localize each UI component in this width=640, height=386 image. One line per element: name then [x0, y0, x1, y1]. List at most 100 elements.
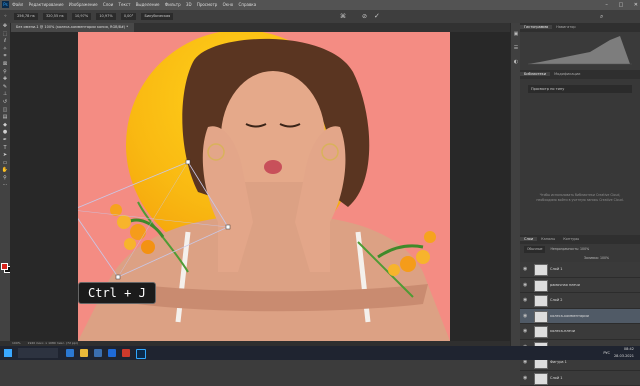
height-field[interactable]: 10,97%	[96, 13, 115, 20]
system-clock[interactable]: 08:42 28.03.2021	[614, 346, 634, 360]
edge-icon[interactable]	[66, 349, 74, 357]
tab-layers[interactable]: Слои	[520, 237, 537, 241]
tab-paths[interactable]: Контуры	[559, 237, 583, 241]
stamp-tool-icon[interactable]: ⊥	[0, 91, 10, 99]
transform-icon[interactable]: ⊹	[4, 14, 7, 18]
x-field[interactable]: 256,78 пк	[14, 13, 38, 20]
menu-view[interactable]: Просмотр	[197, 2, 218, 7]
angle-field[interactable]: 0,00°	[121, 13, 137, 20]
layer-row-selected[interactable]: ◉ колеса-комментарии	[520, 309, 640, 325]
healing-brush-icon[interactable]: ✚	[0, 76, 10, 84]
menu-window[interactable]: Окно	[223, 2, 234, 7]
minimize-icon[interactable]: –	[605, 2, 608, 8]
y-field[interactable]: 320,55 пк	[43, 13, 67, 20]
chrome-icon[interactable]	[108, 349, 116, 357]
visibility-eye-icon[interactable]: ◉	[523, 324, 531, 339]
layer-row[interactable]: ◉ рамочная плечи	[520, 278, 640, 294]
move-tool-icon[interactable]: ✥	[0, 23, 10, 31]
width-field[interactable]: 10,97%	[72, 13, 91, 20]
menu-3d[interactable]: 3D	[186, 2, 192, 7]
menu-type[interactable]: Текст	[119, 2, 131, 7]
close-icon[interactable]: ✕	[634, 2, 638, 8]
pen-tool-icon[interactable]: ✒	[0, 137, 10, 145]
layer-thumbnail	[534, 295, 548, 307]
layer-row[interactable]: ◉ Слой 1	[520, 371, 640, 386]
layer-row[interactable]: ◉ Слой 2	[520, 293, 640, 309]
dodge-tool-icon[interactable]: ●	[0, 129, 10, 137]
tab-channels[interactable]: Каналы	[537, 237, 559, 241]
photoshop-taskbar-icon[interactable]	[136, 349, 146, 359]
cancel-transform-icon[interactable]: ⊘	[362, 10, 367, 23]
menu-help[interactable]: Справка	[239, 2, 257, 7]
menu-select[interactable]: Выделение	[136, 2, 160, 7]
menu-layers[interactable]: Слои	[103, 2, 113, 7]
fill-field[interactable]: Заливка: 100%	[584, 256, 609, 260]
app-icon[interactable]	[122, 349, 130, 357]
opacity-field[interactable]: Непрозрачность: 100%	[550, 247, 589, 251]
keyboard-shortcut-overlay: Ctrl + J	[78, 282, 156, 304]
eraser-tool-icon[interactable]: ◫	[0, 107, 10, 115]
commit-transform-icon[interactable]: ✓	[374, 10, 380, 23]
visibility-eye-icon[interactable]: ◉	[523, 262, 531, 277]
histogram-tabs: ГистограммаНавигатор	[520, 23, 640, 32]
menu-file[interactable]: Файл	[12, 2, 23, 7]
document-size: 1920 пикс. x 1080 пикс. (72 ppi)	[28, 341, 78, 345]
visibility-eye-icon[interactable]: ◉	[523, 278, 531, 293]
warp-icon[interactable]: ⌘	[340, 10, 346, 23]
interpolation-select[interactable]: Бикубическая	[141, 13, 173, 20]
type-tool-icon[interactable]: T	[0, 145, 10, 153]
layer-thumbnail	[534, 326, 548, 338]
lasso-tool-icon[interactable]: ℓ	[0, 38, 10, 46]
foreground-color-swatch[interactable]	[1, 263, 8, 270]
crop-tool-icon[interactable]: ⌗	[0, 53, 10, 61]
windows-start-icon[interactable]	[4, 349, 12, 357]
library-view-select[interactable]: Просмотр по типу	[528, 85, 632, 93]
zoom-tool-icon[interactable]: ⚲	[0, 175, 10, 183]
layer-name[interactable]: рамочная плечи	[550, 278, 580, 293]
more-tools-icon[interactable]: ⋯	[0, 182, 10, 190]
layer-name[interactable]: колеса-комментарии	[550, 309, 589, 324]
layer-name[interactable]: Слой 2	[550, 293, 562, 308]
layers-tabs: СлоиКаналыКонтуры	[520, 235, 640, 244]
brush-tool-icon[interactable]: ✎	[0, 84, 10, 92]
window-controls: – □ ✕	[596, 0, 638, 10]
layer-thumbnail	[534, 264, 548, 276]
search-icon[interactable]: ⌕	[600, 10, 603, 23]
frame-tool-icon[interactable]: ⊠	[0, 61, 10, 69]
magic-wand-icon[interactable]: ✧	[0, 46, 10, 54]
menu-edit[interactable]: Редактирование	[29, 2, 64, 7]
blend-mode-select[interactable]: Обычные	[524, 246, 545, 253]
canvas-area[interactable]: Ctrl + J	[10, 32, 510, 341]
document-tabs: Без имени-1 @ 100% (колеса-комментарии к…	[10, 23, 510, 32]
document-tab[interactable]: Без имени-1 @ 100% (колеса-комментарии к…	[10, 23, 134, 32]
layer-name[interactable]: Слой 1	[550, 262, 562, 277]
zoom-level[interactable]: 100%	[12, 341, 21, 345]
hand-tool-icon[interactable]: ✋	[0, 167, 10, 175]
visibility-eye-icon[interactable]: ◉	[523, 293, 531, 308]
menu-image[interactable]: Изображение	[69, 2, 98, 7]
store-icon[interactable]	[94, 349, 102, 357]
maximize-icon[interactable]: □	[618, 2, 623, 8]
layer-name[interactable]: Слой 1	[550, 371, 562, 386]
taskbar-search[interactable]	[18, 348, 58, 358]
photoshop-logo-icon[interactable]: Ps	[2, 1, 9, 8]
layer-row[interactable]: ◉ Слой 1	[520, 262, 640, 278]
visibility-eye-icon[interactable]: ◉	[523, 371, 531, 386]
layer-row[interactable]: ◉ колеса-плечи	[520, 324, 640, 340]
marquee-tool-icon[interactable]: ⬚	[0, 31, 10, 39]
layer-blend-controls: Обычные Непрозрачность: 100%	[524, 246, 636, 253]
eyedropper-icon[interactable]: ⚲	[0, 69, 10, 77]
history-brush-icon[interactable]: ↺	[0, 99, 10, 107]
tab-navigator[interactable]: Навигатор	[552, 25, 580, 29]
gradient-tool-icon[interactable]: ▤	[0, 114, 10, 122]
language-indicator[interactable]: РУС	[603, 346, 610, 360]
tab-histogram[interactable]: Гистограмма	[520, 25, 552, 29]
visibility-eye-icon[interactable]: ◉	[523, 309, 531, 324]
menu-filter[interactable]: Фильтр	[165, 2, 181, 7]
tab-modifications[interactable]: Модификации	[550, 72, 584, 76]
path-select-icon[interactable]: ➤	[0, 152, 10, 160]
tab-libraries[interactable]: Библиотеки	[520, 72, 550, 76]
layer-name[interactable]: колеса-плечи	[550, 324, 575, 339]
blur-tool-icon[interactable]: ◆	[0, 122, 10, 130]
file-explorer-icon[interactable]	[80, 349, 88, 357]
